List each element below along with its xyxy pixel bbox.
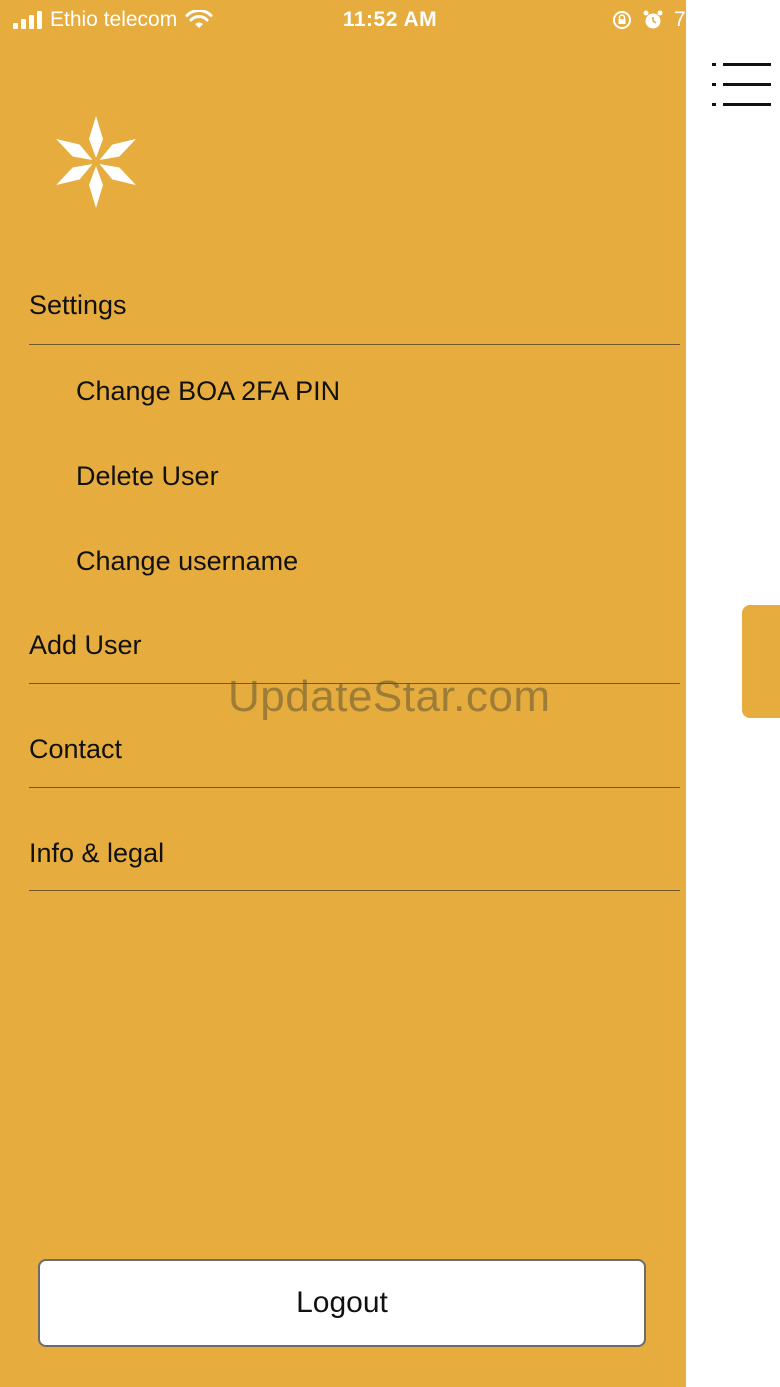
menu-item-label: Add User bbox=[29, 630, 142, 660]
menu-item-add-user[interactable]: Add User bbox=[29, 630, 680, 684]
hamburger-menu-icon[interactable] bbox=[712, 60, 772, 110]
menu-item-label: Change username bbox=[76, 546, 299, 576]
menu-item-settings[interactable]: Settings bbox=[29, 290, 680, 345]
menu-item-label: Settings bbox=[29, 290, 127, 320]
status-right-icons: 7 bbox=[612, 8, 686, 32]
navigation-drawer: Settings Change BOA 2FA PIN Delete User … bbox=[0, 0, 686, 1387]
alarm-icon bbox=[643, 10, 663, 29]
menu-item-info-legal[interactable]: Info & legal bbox=[29, 838, 680, 891]
menu-item-label: Info & legal bbox=[29, 838, 165, 868]
logout-button-label: Logout bbox=[296, 1286, 388, 1319]
menu-item-label: Change BOA 2FA PIN bbox=[76, 376, 341, 406]
menu-item-delete-user[interactable]: Delete User bbox=[76, 461, 676, 501]
logout-button[interactable]: Logout bbox=[38, 1259, 646, 1347]
menu-item-label: Delete User bbox=[76, 461, 219, 491]
menu-item-contact[interactable]: Contact bbox=[29, 734, 680, 788]
side-tab-handle[interactable] bbox=[742, 605, 780, 718]
menu-item-label: Contact bbox=[29, 734, 123, 764]
menu-item-change-username[interactable]: Change username bbox=[76, 546, 676, 586]
battery-percent: 7 bbox=[674, 8, 686, 31]
status-bar: Ethio telecom 11:52 AM 7 bbox=[0, 0, 780, 40]
menu-item-change-2fa-pin[interactable]: Change BOA 2FA PIN bbox=[76, 376, 676, 416]
snowflake-icon bbox=[56, 116, 136, 208]
rotation-lock-icon bbox=[613, 11, 631, 29]
